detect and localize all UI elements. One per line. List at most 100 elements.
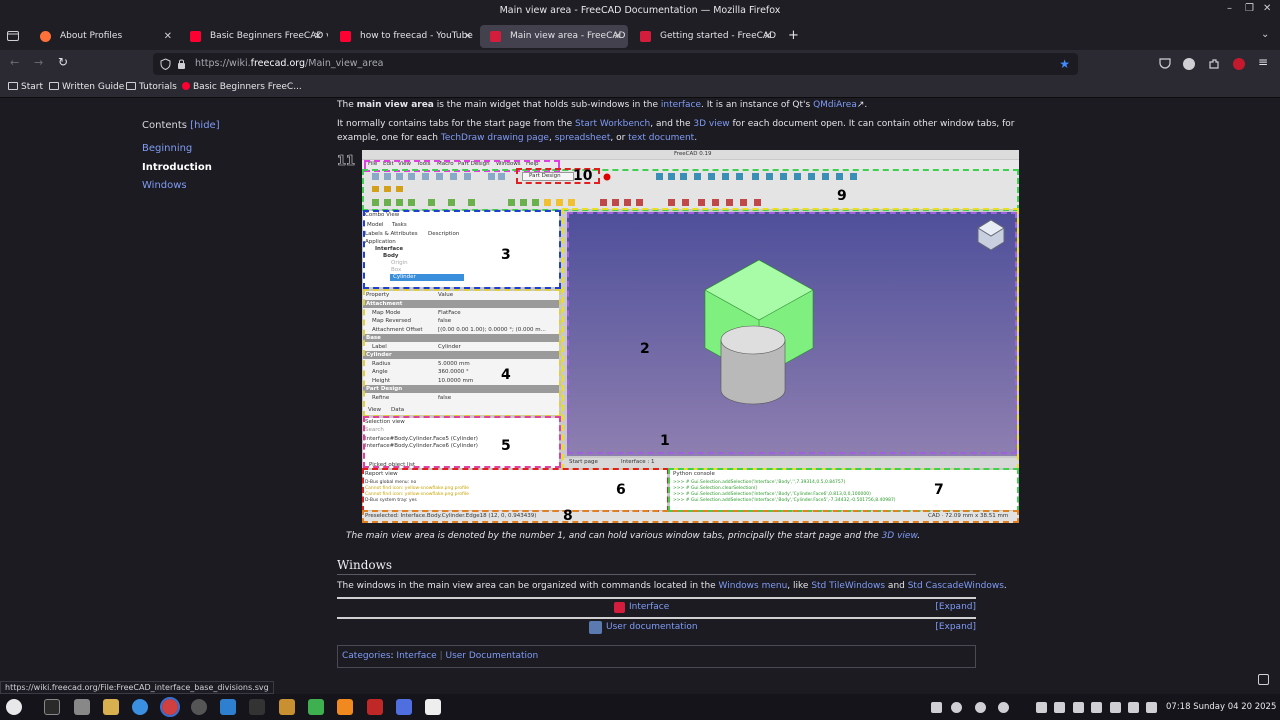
firefox-view-icon[interactable] <box>7 30 19 41</box>
navbox-userdoc-link[interactable]: User documentation <box>606 622 698 632</box>
start-workbench-link[interactable]: Start Workbench <box>575 119 650 129</box>
windows-menu-link[interactable]: Windows menu <box>719 581 788 591</box>
list-tabs-icon[interactable]: ⌄ <box>1261 29 1269 40</box>
ublock-icon[interactable] <box>1233 58 1245 70</box>
tray-icon[interactable] <box>1091 702 1102 713</box>
url-bar[interactable]: https://wiki.freecad.org/Main_view_area … <box>153 53 1078 75</box>
toc-item-beginning[interactable]: Beginning <box>142 143 192 154</box>
tray-icon[interactable] <box>931 702 942 713</box>
bookmark-start[interactable]: Start <box>8 82 43 92</box>
chat-icon[interactable] <box>396 699 412 715</box>
steam-icon[interactable] <box>191 699 207 715</box>
tab-about-profiles[interactable]: About Profiles ✕ <box>30 25 178 48</box>
pocket-icon[interactable] <box>1159 58 1171 69</box>
vscode-icon[interactable] <box>220 699 236 715</box>
text-document-link[interactable]: text document <box>628 133 694 143</box>
intro-paragraph-2: It normally contains tabs for the start … <box>337 119 1015 129</box>
navigation-toolbar: ← → ↻ https://wiki.freecad.org/Main_view… <box>0 50 1280 78</box>
terminal-icon[interactable] <box>44 699 60 715</box>
spreadsheet-link[interactable]: spreadsheet <box>555 133 611 143</box>
lock-icon[interactable] <box>177 58 186 70</box>
close-tab-icon[interactable]: ✕ <box>464 25 472 48</box>
volume-icon[interactable] <box>1128 702 1139 713</box>
tab-label: Main view area - FreeCAD D <box>510 31 628 41</box>
tray-icon[interactable] <box>998 702 1009 713</box>
firefox-taskbar-icon[interactable] <box>160 697 180 717</box>
tab-getting-started[interactable]: Getting started - FreeCAD D ✕ <box>630 25 778 48</box>
navbox-userdoc-expand[interactable]: [Expand] <box>935 622 976 632</box>
categories-box: Categories: Interface | User Documentati… <box>337 645 976 668</box>
bookmark-basic-beginners[interactable]: Basic Beginners FreeC... <box>182 82 302 92</box>
inkscape-icon[interactable] <box>308 699 324 715</box>
tab-label: Getting started - FreeCAD D <box>660 31 778 41</box>
3d-view-link[interactable]: 3D view <box>693 119 729 129</box>
freecad-icon <box>614 602 625 613</box>
close-tab-icon[interactable]: ✕ <box>614 25 622 48</box>
tray-icon[interactable] <box>1054 702 1065 713</box>
bookmark-written-guide[interactable]: Written Guide <box>49 82 124 92</box>
close-tab-icon[interactable]: ✕ <box>164 25 172 48</box>
close-window-button[interactable]: ✕ <box>1263 3 1271 14</box>
caption-3d-view-link[interactable]: 3D view <box>882 531 918 541</box>
minimize-button[interactable]: – <box>1227 3 1232 14</box>
category-interface[interactable]: Interface <box>396 651 436 661</box>
extensions-icon[interactable] <box>1208 58 1220 70</box>
youtube-icon <box>182 82 190 90</box>
navbox-interface-expand[interactable]: [Expand] <box>935 602 976 612</box>
new-tab-button[interactable]: + <box>788 28 799 43</box>
qmdiarea-link[interactable]: QMdiArea <box>813 100 857 110</box>
forward-icon[interactable]: → <box>34 56 43 69</box>
std-cascadewindows-link[interactable]: Std CascadeWindows <box>908 581 1004 591</box>
clock[interactable]: 07:18 Sunday 04 20 2025 <box>1166 702 1276 712</box>
tray-icon[interactable] <box>1073 702 1084 713</box>
tray-icon[interactable] <box>975 702 986 713</box>
interface-link[interactable]: interface <box>661 100 701 110</box>
app-icon[interactable] <box>425 699 441 715</box>
navbox-interface-link[interactable]: Interface <box>629 602 669 612</box>
toc-hide-link[interactable]: [hide] <box>190 120 219 131</box>
menu-icon[interactable]: ≡ <box>1258 55 1268 69</box>
figure-label-4: 4 <box>501 367 511 383</box>
reload-icon[interactable]: ↻ <box>58 55 68 69</box>
tray-icon[interactable] <box>1036 702 1047 713</box>
page-content: Contents [hide] Beginning Introduction W… <box>0 98 1280 681</box>
settings-icon[interactable] <box>74 699 90 715</box>
video-editor-icon[interactable] <box>249 699 265 715</box>
chrome-icon[interactable] <box>132 699 148 715</box>
files-icon[interactable] <box>103 699 119 715</box>
toc-item-introduction[interactable]: Introduction <box>142 162 212 173</box>
blender-icon[interactable] <box>279 699 295 715</box>
shield-icon[interactable] <box>160 58 171 70</box>
close-tab-icon[interactable]: ✕ <box>314 25 322 48</box>
account-icon[interactable] <box>1183 58 1195 70</box>
back-icon[interactable]: ← <box>10 56 19 69</box>
tab-bar: About Profiles ✕ Basic Beginners FreeCAD… <box>0 22 1280 50</box>
mint-menu-icon[interactable] <box>6 699 22 715</box>
tab-basic-beginners[interactable]: Basic Beginners FreeCAD v1 ✕ <box>180 25 328 48</box>
category-user-documentation[interactable]: User Documentation <box>445 651 538 661</box>
tab-main-view-area[interactable]: Main view area - FreeCAD D ✕ <box>480 25 628 48</box>
freecad-icon <box>640 31 651 42</box>
freecad-interface-figure[interactable]: FreeCAD 0.19 File Edit View Tools Macro … <box>362 150 1019 523</box>
tray-icon[interactable] <box>951 702 962 713</box>
bookmark-star-icon[interactable]: ★ <box>1059 53 1070 75</box>
url-host: freecad.org <box>250 58 306 69</box>
tab-label: Basic Beginners FreeCAD v1 <box>210 31 328 41</box>
figure-label-6: 6 <box>616 482 626 498</box>
network-icon[interactable] <box>1110 702 1121 713</box>
battery-icon[interactable] <box>1146 702 1157 713</box>
std-tilewindows-link[interactable]: Std TileWindows <box>811 581 885 591</box>
user-documentation-icon <box>589 621 602 634</box>
division-2-3d-view <box>567 212 1017 454</box>
maximize-button[interactable]: ❐ <box>1245 3 1254 14</box>
close-tab-icon[interactable]: ✕ <box>764 25 772 48</box>
techdraw-link[interactable]: TechDraw drawing page <box>441 133 549 143</box>
show-desktop-icon[interactable] <box>1258 674 1269 685</box>
link-status-url: https://wiki.freecad.org/File:FreeCAD_in… <box>0 681 274 694</box>
toc-item-windows[interactable]: Windows <box>142 180 187 191</box>
tab-how-to-freecad[interactable]: how to freecad - YouTube ✕ <box>330 25 478 48</box>
freecad-taskbar-icon[interactable] <box>367 699 383 715</box>
vlc-icon[interactable] <box>337 699 353 715</box>
categories-label[interactable]: Categories <box>342 651 391 661</box>
bookmark-tutorials[interactable]: Tutorials <box>126 82 177 92</box>
